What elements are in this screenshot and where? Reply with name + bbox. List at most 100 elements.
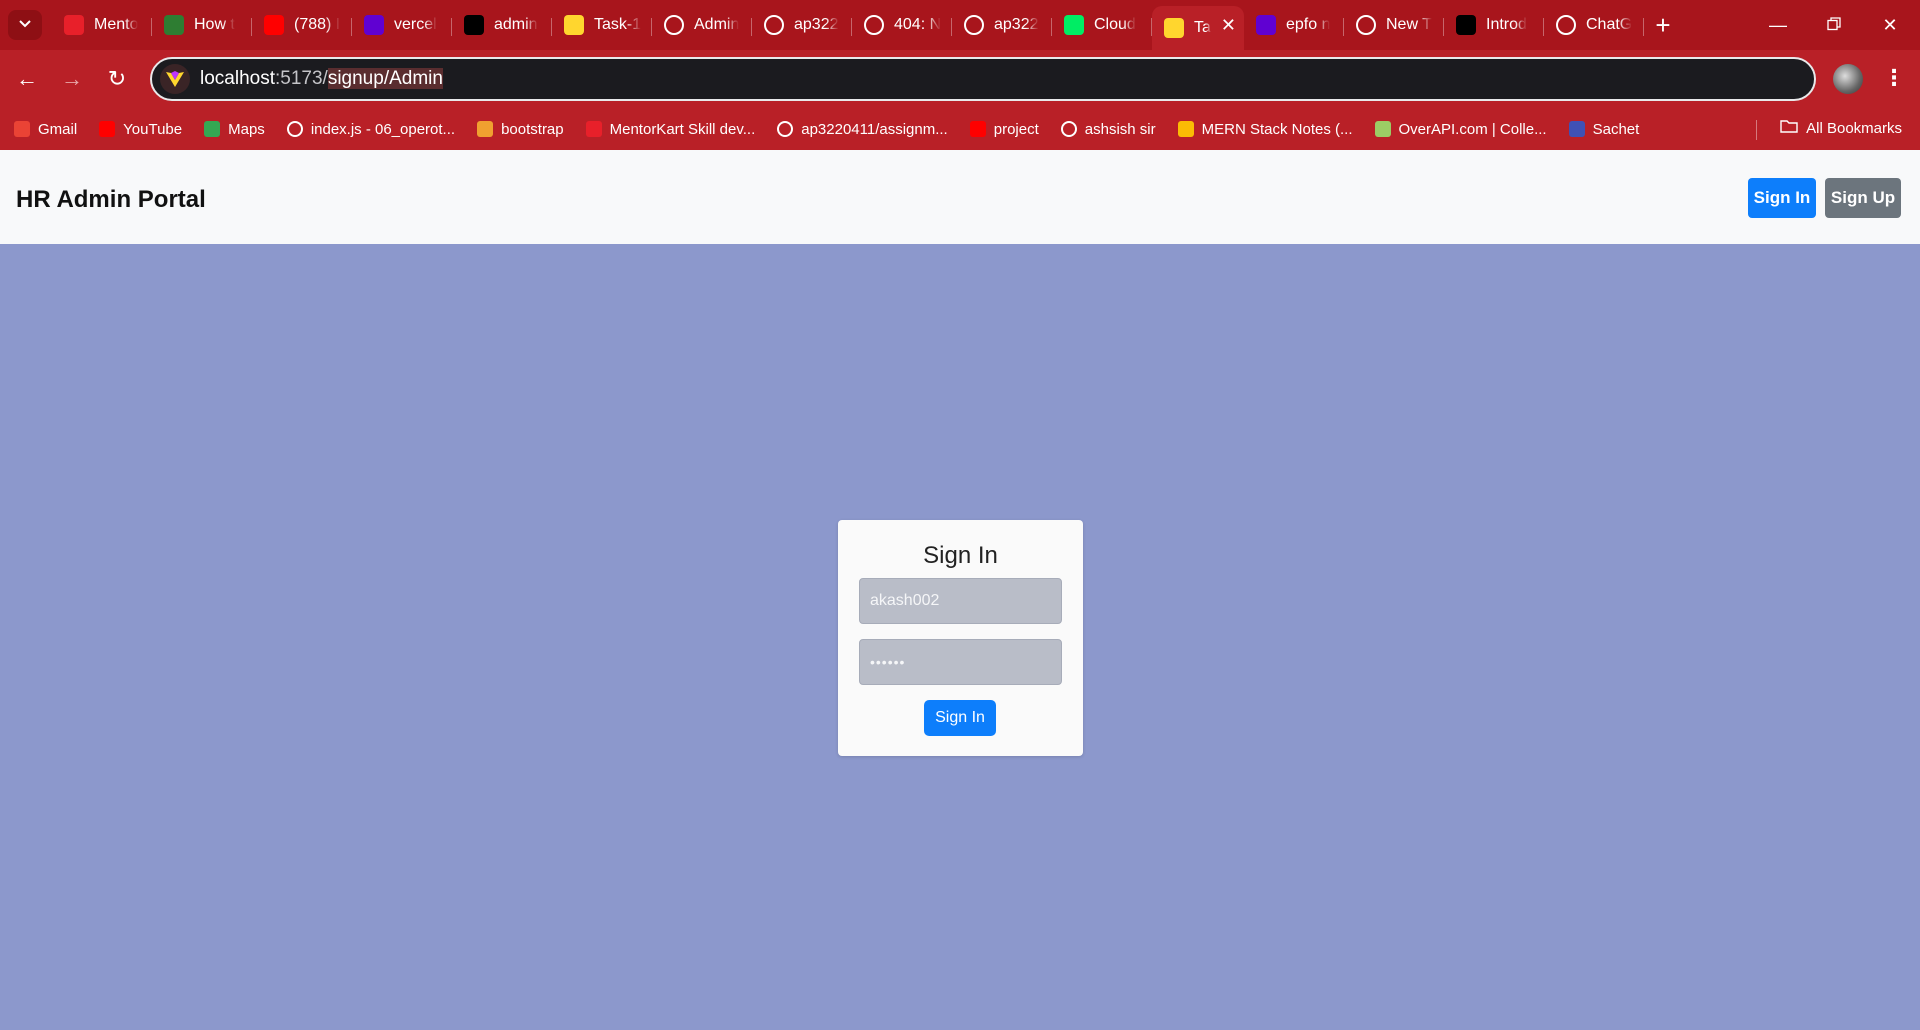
- restore-button[interactable]: [1806, 0, 1862, 50]
- bookmark-item[interactable]: MERN Stack Notes (...: [1177, 120, 1353, 138]
- bookmark-item[interactable]: Maps: [204, 121, 265, 138]
- bookmark-label: MERN Stack Notes (...: [1201, 120, 1353, 138]
- tab-title: Mento: [94, 16, 139, 33]
- browser-tab[interactable]: Ta ✕: [1152, 6, 1244, 50]
- globe-icon: [286, 121, 303, 137]
- tab-search-button[interactable]: [8, 10, 42, 40]
- browser-tab[interactable]: 404: N: [852, 6, 952, 44]
- sign-in-title: Sign In: [923, 542, 998, 569]
- github-icon: [777, 121, 794, 137]
- sign-in-submit-button[interactable]: Sign In: [924, 700, 996, 736]
- bookmark-label: Maps: [228, 120, 265, 138]
- arrow-left-icon: ←: [16, 66, 38, 91]
- youtube-icon: [264, 15, 284, 35]
- username-input[interactable]: akash002: [859, 578, 1062, 624]
- youtube-icon: [99, 121, 116, 137]
- all-bookmarks-button[interactable]: All Bookmarks: [1780, 119, 1902, 137]
- url-path: signup/Admin: [327, 68, 443, 89]
- bookmark-item[interactable]: MentorKart Skill dev...: [585, 120, 756, 138]
- browser-tab[interactable]: vercel: [352, 6, 452, 44]
- bookmark-label: ashsish sir: [1084, 120, 1156, 138]
- bookmark-label: MentorKart Skill dev...: [609, 120, 756, 138]
- bookmark-item[interactable]: ashsish sir: [1060, 120, 1156, 138]
- new-tab-button[interactable]: +: [1648, 10, 1678, 40]
- github-icon: [1060, 121, 1077, 137]
- reload-icon: ↻: [107, 66, 127, 91]
- url-text: localhost:5173/signup/Admin: [200, 68, 443, 90]
- bookmark-item[interactable]: OverAPI.com | Colle...: [1374, 120, 1547, 138]
- tab-title: Cloud: [1094, 16, 1136, 33]
- bookmark-item[interactable]: project: [969, 120, 1039, 138]
- arrow-right-icon: →: [61, 66, 83, 91]
- youtube-icon: [969, 121, 986, 137]
- tab-title: ap322: [994, 16, 1039, 33]
- nav-sign-up-button[interactable]: Sign Up: [1825, 178, 1901, 218]
- browser-tab[interactable]: admin: [452, 6, 552, 44]
- bookmark-item[interactable]: bootstrap: [477, 121, 564, 138]
- browser-tab[interactable]: Introd: [1444, 6, 1544, 44]
- browser-tab[interactable]: ap322: [752, 6, 852, 44]
- bookmark-item[interactable]: Sachet: [1568, 121, 1639, 138]
- browser-tab[interactable]: (788) I: [252, 6, 352, 44]
- browser-tab[interactable]: ap322: [952, 6, 1052, 44]
- tab-title: How t: [194, 16, 235, 33]
- overapi-icon: [1374, 121, 1391, 137]
- address-bar[interactable]: localhost:5173/signup/Admin: [150, 57, 1816, 101]
- browser-tab[interactable]: ChatG: [1544, 6, 1644, 44]
- reload-button[interactable]: ↻: [99, 61, 135, 97]
- globe-icon: [864, 15, 884, 35]
- minimize-button[interactable]: —: [1750, 0, 1806, 50]
- chevron-down-icon: [18, 16, 32, 35]
- brand-title[interactable]: HR Admin Portal: [16, 186, 206, 214]
- nav-sign-in-button[interactable]: Sign In: [1748, 178, 1816, 218]
- browser-tab[interactable]: How t: [152, 6, 252, 44]
- tab-title: Ta: [1194, 19, 1211, 36]
- tab-title: Task-1: [594, 16, 642, 33]
- mentorkart-icon: [64, 15, 84, 35]
- bookmark-item[interactable]: ap3220411/assignm...: [777, 121, 948, 138]
- browser-tab[interactable]: Admin: [652, 6, 752, 44]
- bookmark-label: project: [993, 120, 1039, 138]
- sachet-icon: [1568, 121, 1585, 137]
- browser-menu-button[interactable]: ⋮: [1880, 62, 1908, 94]
- drive-icon: [1177, 121, 1194, 137]
- bookmark-item[interactable]: YouTube: [99, 121, 182, 138]
- bookmark-label: OverAPI.com | Colle...: [1398, 120, 1547, 138]
- close-tab-icon[interactable]: ✕: [1221, 15, 1236, 36]
- bookmark-item[interactable]: Gmail: [14, 121, 77, 138]
- chrome-icon: [1356, 15, 1376, 35]
- gmail-icon: [14, 121, 30, 137]
- password-input[interactable]: ••••••: [859, 639, 1062, 685]
- close-icon: ✕: [1882, 14, 1898, 35]
- browser-tab[interactable]: New T: [1344, 6, 1444, 44]
- profile-avatar[interactable]: [1833, 64, 1863, 94]
- bookmark-list: Gmail YouTube Maps index.js - 06_operot... b…: [14, 121, 1661, 138]
- bookmark-label: bootstrap: [501, 120, 564, 138]
- browser-toolbar: ← → ↻ localhost:5173/signup/Admin ⋮: [0, 50, 1920, 108]
- tab-title: vercel: [394, 16, 437, 33]
- browser-tab[interactable]: Mento: [52, 6, 152, 44]
- url-host: localhost: [200, 68, 275, 89]
- tab-title: (788) I: [294, 16, 341, 33]
- tab-title: New T: [1386, 16, 1432, 33]
- browser-tab[interactable]: epfo n: [1244, 6, 1344, 44]
- tab-strip: Mento How t (788) I vercel admin Task-1 Admin a…: [0, 0, 1920, 50]
- close-window-button[interactable]: ✕: [1862, 0, 1918, 50]
- more-vert-icon: ⋮: [1883, 65, 1905, 90]
- tab-title: ChatG: [1586, 16, 1633, 33]
- openai-icon: [1556, 15, 1576, 35]
- link-icon: [164, 15, 184, 35]
- browser-tab[interactable]: Cloud: [1052, 6, 1152, 44]
- back-button[interactable]: ←: [9, 61, 45, 97]
- github-icon: [964, 15, 984, 35]
- browser-tab[interactable]: Task-1: [552, 6, 652, 44]
- bookmarks-bar: Gmail YouTube Maps index.js - 06_operot... b…: [0, 108, 1920, 150]
- bookmark-item[interactable]: index.js - 06_operot...: [286, 120, 456, 138]
- bookmark-label: index.js - 06_operot...: [310, 120, 456, 138]
- github-icon: [764, 15, 784, 35]
- sign-in-card: Sign In akash002 •••••• Sign In: [838, 520, 1083, 756]
- plus-icon: +: [1655, 9, 1671, 40]
- forward-button[interactable]: →: [54, 61, 90, 97]
- app-navbar: HR Admin Portal Sign In Sign Up: [0, 150, 1920, 244]
- tab-title: ap322: [794, 16, 839, 33]
